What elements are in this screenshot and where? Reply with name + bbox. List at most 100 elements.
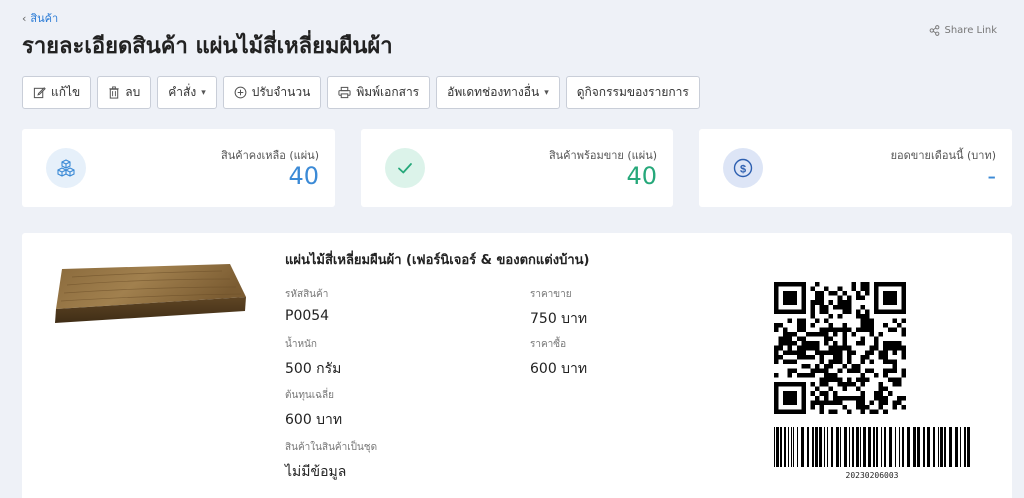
qr-module [846,354,852,360]
field-value: 600 บาท [285,412,343,428]
stat-card-ready: สินค้าพร้อมขาย (แผ่น) 40 [361,129,673,207]
qr-module [883,354,888,360]
barcode-bar [831,427,833,467]
field-label: สินค้าในสินค้าเป็นชุด [285,442,378,453]
qr-module [896,382,902,387]
qr-module [874,336,879,342]
qr-module [814,332,820,337]
barcode-bar [967,427,970,467]
qr-module [833,395,838,401]
qr-module [887,368,893,374]
qr-module [819,391,825,396]
qr-module [860,354,866,360]
qr-module [860,404,866,410]
update-channels-dropdown[interactable]: อัพเดทช่องทางอื่น ▾ [436,76,560,109]
qr-module [851,332,856,337]
qr-module [810,304,815,310]
qr-module [787,368,793,374]
qr-module [842,363,847,369]
qr-module [865,309,870,314]
qr-module [887,391,893,396]
qr-module [883,341,888,346]
qr-module [883,322,888,328]
adjust-quantity-button[interactable]: ปรับจำนวน [222,76,322,109]
qr-module [824,373,829,378]
qr-module [810,309,815,314]
trash-icon [109,86,119,99]
barcode-bar [852,427,854,467]
qr-module [833,341,838,346]
qr-module [814,341,820,346]
qr-module [846,309,852,314]
qr-module [865,286,870,292]
edit-label: แก้ไข [51,85,81,99]
qr-module [860,395,866,401]
qr-module [805,345,811,351]
view-activity-button[interactable]: ดูกิจกรรมของรายการ [565,76,700,109]
breadcrumb[interactable]: ‹ สินค้า [22,9,58,27]
share-link-button[interactable]: Share Link [929,25,997,36]
barcode-bar [940,427,943,467]
product-image [55,264,246,323]
qr-module [796,373,802,378]
qr-module [892,404,897,410]
qr-module [824,332,829,337]
barcode-bar [793,427,794,467]
qr-module [887,345,893,351]
qr-module [805,373,811,378]
print-document-button[interactable]: พิมพ์เอกสาร [327,76,431,109]
qr-module [842,327,847,333]
qr-module [883,368,888,374]
qr-module [869,332,875,337]
qr-module [814,350,820,355]
qr-module [778,345,784,351]
qr-module [833,377,838,383]
breadcrumb-parent[interactable]: สินค้า [30,9,58,27]
qr-module [855,386,861,392]
qr-module [860,322,866,328]
barcode-bar [807,427,809,467]
qr-module [846,350,852,355]
qr-module [810,373,815,378]
field-sku: รหัสสินค้า P0054 [285,287,329,324]
stat-value: - [987,162,996,190]
command-dropdown[interactable]: คำสั่ง ▾ [157,76,217,109]
field-label: น้ำหนัก [285,339,317,350]
qr-module [774,350,779,355]
qr-module [892,318,897,323]
dollar-icon: $ [723,148,763,188]
qr-module [774,373,779,378]
qr-module [796,354,802,360]
delete-button[interactable]: ลบ [97,76,152,109]
barcode-bar [927,427,930,467]
qr-module [892,363,897,369]
qr-module [869,400,875,405]
qr-module [796,345,802,351]
field-label: ราคาซื้อ [530,339,567,350]
qr-module [837,313,843,319]
qr-module [814,386,820,392]
qr-module [787,318,793,323]
qr-module [860,382,866,387]
qr-module [842,322,847,328]
qr-module [878,382,884,387]
barcode-bar [949,427,952,467]
qr-module [865,291,870,296]
qr-module [896,322,902,328]
qr-module [846,382,852,387]
qr-module [819,309,825,314]
delete-label: ลบ [125,85,141,99]
qr-module [896,341,902,346]
qr-module [810,313,815,319]
qr-module [842,345,847,351]
qr-module [778,341,784,346]
qr-module [819,327,825,333]
chevron-down-icon: ▾ [544,87,549,98]
barcode-bar [788,427,789,467]
barcode-bar [774,427,775,467]
edit-button[interactable]: แก้ไข [22,76,92,109]
qr-module [883,409,888,414]
qr-module [837,359,843,364]
qr-module [901,350,906,355]
qr-module [874,391,879,396]
